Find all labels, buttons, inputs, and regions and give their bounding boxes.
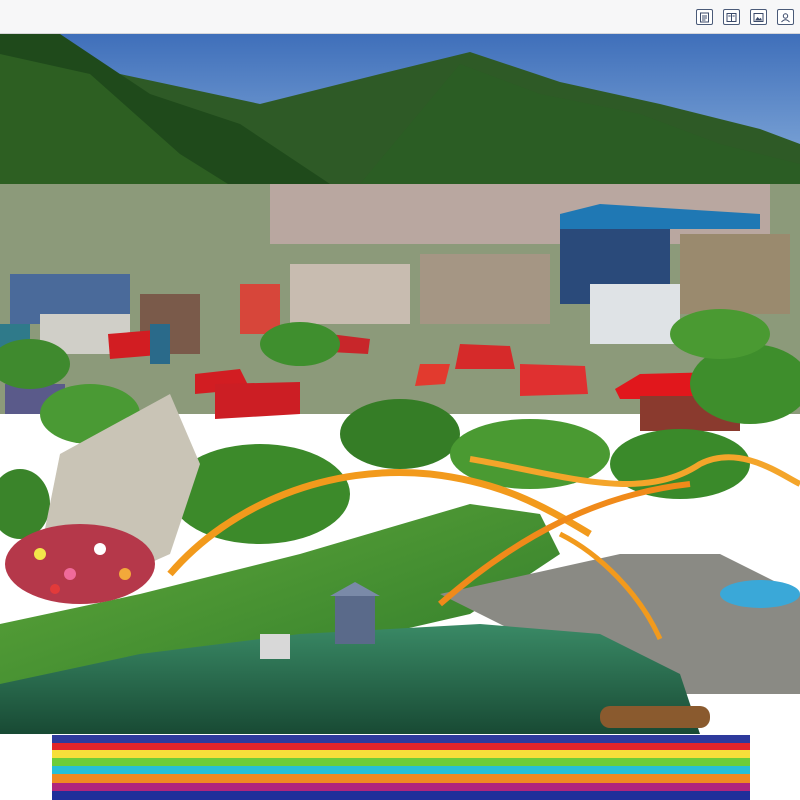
landscape-illustration xyxy=(0,34,800,734)
gallery-icon[interactable] xyxy=(750,9,767,25)
flower-garden xyxy=(5,524,155,604)
band-cyan xyxy=(52,766,750,774)
band-magenta xyxy=(52,783,750,791)
main-photo xyxy=(0,34,800,734)
band-yellow xyxy=(52,750,750,758)
pool xyxy=(720,580,800,608)
band-orange xyxy=(52,774,750,783)
band-navy xyxy=(52,791,750,800)
top-bar xyxy=(0,0,800,34)
boat xyxy=(600,706,710,728)
toolbar xyxy=(696,9,794,25)
band-red xyxy=(52,743,750,750)
document-icon[interactable] xyxy=(696,9,713,25)
band-blue xyxy=(52,735,750,743)
band-green xyxy=(52,758,750,766)
book-icon[interactable] xyxy=(723,9,740,25)
profile-icon[interactable] xyxy=(777,9,794,25)
color-strip xyxy=(52,735,750,800)
